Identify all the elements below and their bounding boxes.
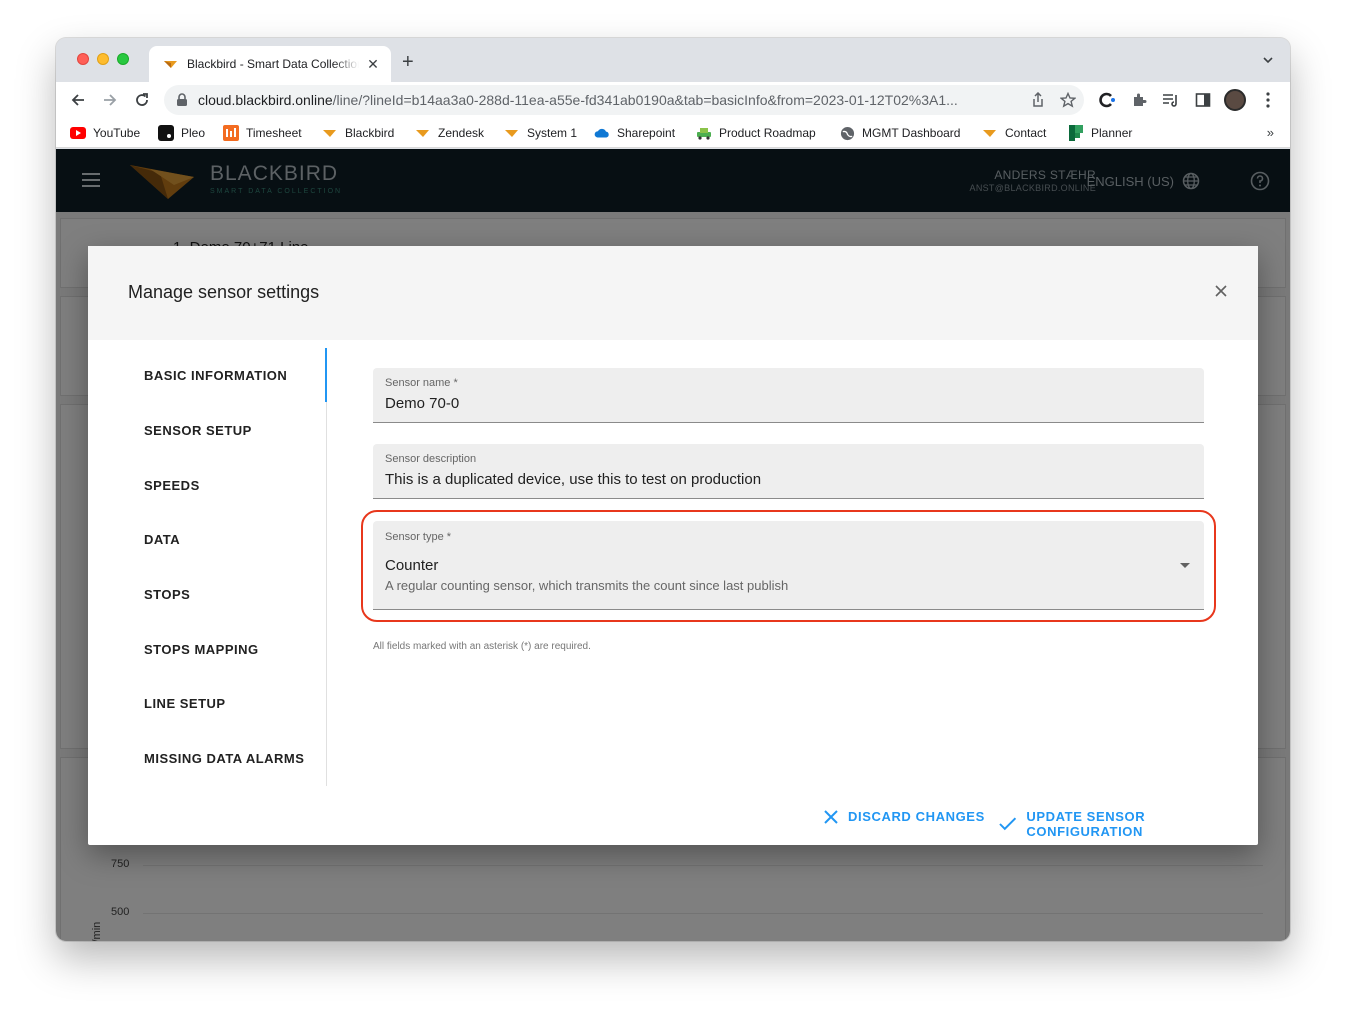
bookmark-mgmt-dashboard[interactable]: MGMT Dashboard [839,124,960,142]
close-window-button[interactable] [77,53,89,65]
close-icon[interactable] [1214,284,1228,298]
url-path: /line/?lineId=b14aa3a0-288d-11ea-a55e-fd… [332,92,958,108]
bookmark-blackbird[interactable]: Blackbird [322,124,394,142]
nav-data[interactable]: DATA [144,532,180,547]
nav-sensor-setup[interactable]: SENSOR SETUP [144,423,252,438]
active-tab-indicator [325,348,327,402]
bookmark-label: Product Roadmap [719,126,816,140]
sensor-description-label: Sensor description [385,453,477,465]
chrome-menu-icon[interactable] [1259,91,1277,109]
sensor-description-field[interactable]: Sensor description This is a duplicated … [373,444,1204,499]
bookmark-label: Timesheet [246,126,302,140]
bookmark-label: Contact [1005,126,1047,140]
bookmarks-bar: YouTube Pleo Timesheet Blackbird Zendesk… [56,118,1290,148]
bookmark-planner[interactable]: Planner [1068,124,1132,142]
reading-list-icon[interactable] [1162,91,1180,109]
reload-icon [136,93,148,106]
globe-icon [839,125,855,141]
nav-speeds[interactable]: SPEEDS [144,478,200,493]
manage-sensor-dialog: Manage sensor settings BASIC INFORMATION… [88,246,1258,845]
bookmark-label: Sharepoint [617,126,676,140]
nav-line-setup[interactable]: LINE SETUP [144,696,226,711]
timesheet-icon [223,125,239,141]
browser-toolbar: cloud.blackbird.online/line/?lineId=b14a… [56,82,1290,118]
bookmark-youtube[interactable]: YouTube [70,124,140,142]
profile-avatar[interactable] [1224,89,1246,111]
required-fields-note: All fields marked with an asterisk (*) a… [373,641,591,652]
share-icon[interactable] [1030,92,1046,108]
update-sensor-configuration-button[interactable]: UPDATE SENSOR CONFIGURATION [999,809,1258,839]
bookmark-label: MGMT Dashboard [862,126,961,140]
nav-missing-data-alarms[interactable]: MISSING DATA ALARMS [144,751,304,766]
planner-icon [1068,125,1084,141]
bookmark-product-roadmap[interactable]: Product Roadmap [696,124,816,142]
sensor-name-value: Demo 70-0 [385,395,460,412]
check-icon [999,817,1017,831]
nav-stops[interactable]: STOPS [144,587,190,602]
update-label: UPDATE SENSOR CONFIGURATION [1026,809,1146,839]
settings-side-nav: BASIC INFORMATION SENSOR SETUP SPEEDS DA… [88,348,327,786]
url-host: cloud.blackbird.online [198,92,333,108]
bookmark-label: YouTube [93,126,141,140]
bookmark-system-1[interactable]: System 1 [504,124,577,142]
cloud-icon [594,125,610,141]
url-text: cloud.blackbird.online/line/?lineId=b14a… [198,92,1022,108]
bookmark-label: Planner [1091,126,1133,140]
blackbird-icon [322,125,338,141]
bookmarks-overflow-button[interactable]: » [1267,125,1274,140]
sensor-name-label: Sensor name * [385,377,458,389]
sensor-description-value: This is a duplicated device, use this to… [385,471,762,488]
extension-c-icon[interactable] [1098,91,1116,109]
blackbird-icon [415,125,431,141]
tab-search-chevron-icon[interactable] [1262,54,1274,66]
browser-tab-active[interactable]: Blackbird - Smart Data Collection ✕ [149,46,391,82]
highlight-annotation [361,510,1216,622]
side-panel-icon[interactable] [1194,91,1212,109]
sensor-name-field[interactable]: Sensor name * Demo 70-0 [373,368,1204,423]
blackbird-icon [504,125,520,141]
discard-label: DISCARD CHANGES [848,809,985,824]
back-button[interactable] [68,90,88,110]
back-arrow-icon [71,94,84,106]
bookmark-pleo[interactable]: Pleo [158,124,205,142]
bookmark-zendesk[interactable]: Zendesk [415,124,484,142]
close-icon [824,809,838,824]
extensions-puzzle-icon[interactable] [1130,91,1148,109]
reload-button[interactable] [132,90,152,110]
bookmark-label: Pleo [181,126,206,140]
tab-close-icon[interactable]: ✕ [365,56,381,72]
dialog-title: Manage sensor settings [128,282,320,302]
bookmark-sharepoint[interactable]: Sharepoint [594,124,675,142]
bookmark-timesheet[interactable]: Timesheet [223,124,302,142]
blackbird-favicon-icon [164,61,177,68]
nav-basic-information[interactable]: BASIC INFORMATION [144,368,287,383]
youtube-icon [70,125,86,141]
bookmark-star-icon[interactable] [1060,92,1076,108]
bookmark-contact[interactable]: Contact [982,124,1046,142]
new-tab-button[interactable]: + [402,52,414,72]
blackbird-icon [982,125,998,141]
bookmark-label: Zendesk [438,126,485,140]
browser-window: Blackbird - Smart Data Collection ✕ + cl… [56,38,1290,941]
tab-title: Blackbird - Smart Data Collection [187,57,359,71]
lock-icon [177,93,187,106]
bookmark-label: Blackbird [345,126,395,140]
minimize-window-button[interactable] [97,53,109,65]
nav-stops-mapping[interactable]: STOPS MAPPING [144,642,259,657]
discard-changes-button[interactable]: DISCARD CHANGES [824,809,985,824]
bookmark-label: System 1 [527,126,578,140]
blackbird-app: BLACKBIRD SMART DATA COLLECTION ANDERS S… [56,149,1290,941]
dialog-header: Manage sensor settings [88,246,1258,340]
pleo-icon [158,125,174,141]
forward-arrow-icon [104,94,117,106]
zoom-window-button[interactable] [117,53,129,65]
forward-button[interactable] [100,90,120,110]
address-bar[interactable]: cloud.blackbird.online/line/?lineId=b14a… [164,85,1084,115]
tab-strip: Blackbird - Smart Data Collection ✕ + [56,38,1290,82]
roadmap-icon [696,125,712,141]
